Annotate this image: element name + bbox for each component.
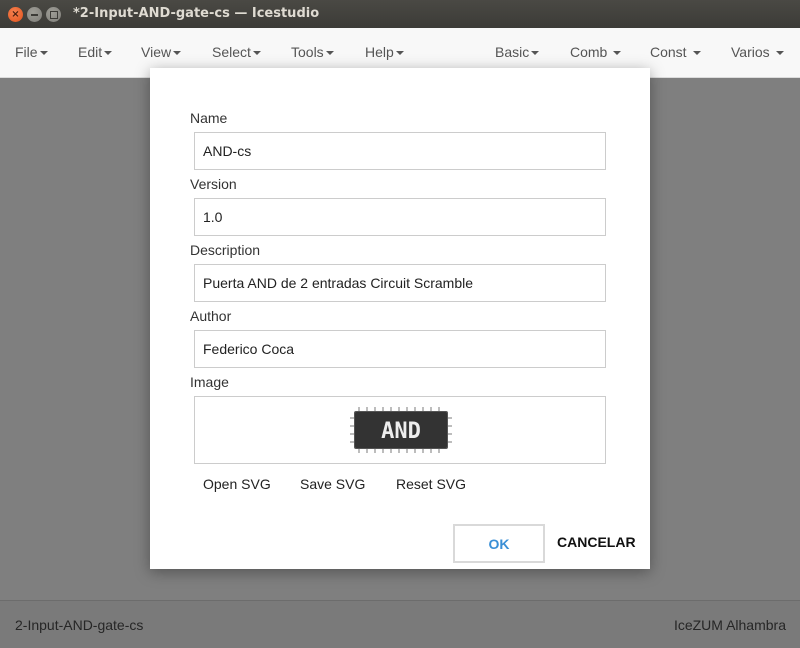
chevron-down-icon — [252, 51, 261, 56]
close-window-icon[interactable]: × — [8, 7, 23, 22]
chevron-down-icon — [692, 51, 701, 56]
name-input[interactable] — [194, 132, 606, 170]
author-input[interactable] — [194, 330, 606, 368]
chevron-down-icon — [173, 51, 182, 56]
project-info-dialog: Name Version Description Author Image AN… — [150, 68, 650, 569]
name-label: Name — [190, 110, 228, 126]
description-input[interactable] — [194, 264, 606, 302]
image-label: Image — [190, 374, 229, 390]
chevron-down-icon — [104, 51, 113, 56]
minimize-window-icon[interactable] — [27, 7, 42, 22]
chevron-down-icon — [775, 51, 784, 56]
version-input[interactable] — [194, 198, 606, 236]
image-preview: AND — [194, 396, 606, 464]
window-title: *2-Input-AND-gate-cs — Icestudio — [73, 6, 320, 21]
menu-view[interactable]: View — [141, 44, 182, 60]
chip-label: AND — [381, 419, 421, 444]
cancel-button[interactable]: CANCELAR — [557, 534, 636, 550]
author-label: Author — [190, 308, 232, 324]
chevron-down-icon — [395, 51, 404, 56]
chevron-down-icon — [531, 51, 540, 56]
reset-svg-button[interactable]: Reset SVG — [396, 476, 466, 492]
menu-tools[interactable]: Tools — [291, 44, 334, 60]
description-label: Description — [190, 242, 261, 258]
version-label: Version — [190, 176, 237, 192]
app-window: × *2-Input-AND-gate-cs — Icestudio File … — [0, 0, 800, 648]
chevron-down-icon — [325, 51, 334, 56]
menu-select[interactable]: Select — [212, 44, 261, 60]
board-name[interactable]: IceZUM Alhambra — [674, 617, 786, 633]
title-bar: × *2-Input-AND-gate-cs — Icestudio — [0, 0, 800, 28]
open-svg-button[interactable]: Open SVG — [203, 476, 271, 492]
and-chip-icon: AND — [350, 407, 452, 453]
menu-comb[interactable]: Comb — [570, 44, 622, 60]
chevron-down-icon — [39, 51, 48, 56]
menu-edit[interactable]: Edit — [78, 44, 113, 60]
menu-varios[interactable]: Varios — [731, 44, 784, 60]
project-name: 2-Input-AND-gate-cs — [15, 617, 144, 633]
status-bar: 2-Input-AND-gate-cs IceZUM Alhambra — [0, 600, 800, 648]
menu-basic[interactable]: Basic — [495, 44, 540, 60]
menu-const[interactable]: Const — [650, 44, 701, 60]
menu-help[interactable]: Help — [365, 44, 404, 60]
save-svg-button[interactable]: Save SVG — [300, 476, 365, 492]
maximize-window-icon[interactable] — [46, 7, 61, 22]
menu-file[interactable]: File — [15, 44, 48, 60]
ok-button[interactable]: OK — [453, 524, 545, 563]
chevron-down-icon — [613, 51, 622, 56]
